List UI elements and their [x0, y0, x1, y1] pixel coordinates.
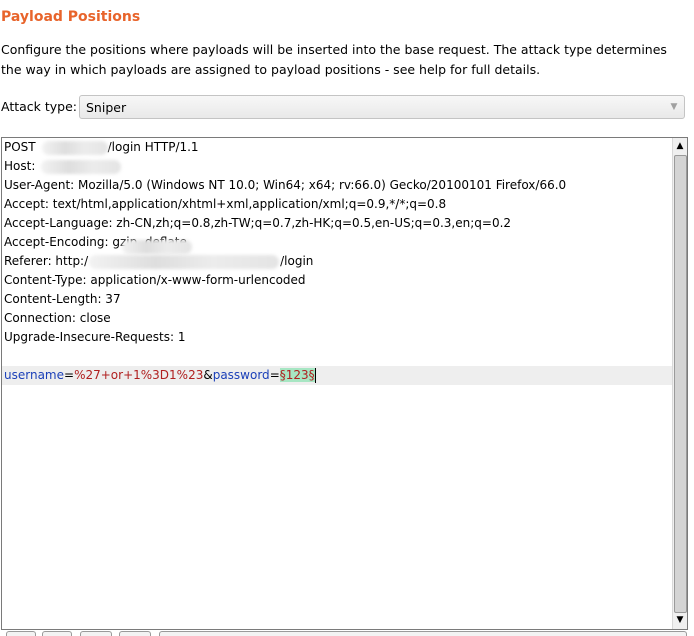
redacted-overlay: [122, 240, 192, 254]
header-content-type: Content-Type: application/x-www-form-url…: [4, 273, 306, 287]
payload-positions-panel: Payload Positions Configure the position…: [0, 0, 694, 636]
search-input[interactable]: [159, 631, 687, 636]
header-host: Host:: [4, 157, 122, 176]
referer-prefix: Referer: http:/: [4, 254, 89, 268]
header-user-agent: User-Agent: Mozilla/5.0 (Windows NT 10.0…: [4, 178, 567, 192]
toolbar-button[interactable]: [80, 631, 112, 636]
referer-suffix: /login: [280, 254, 314, 268]
host-label: Host:: [4, 159, 36, 173]
param-username-name: username: [4, 368, 64, 382]
arrow-down-icon[interactable]: ▼: [673, 613, 687, 628]
request-editor-content[interactable]: POST/login HTTP/1.1 Host: User-Agent: Mo…: [2, 138, 673, 629]
payload-position-marker[interactable]: §123§: [279, 368, 315, 382]
toolbar-button[interactable]: [119, 631, 151, 636]
toolbar-button[interactable]: [42, 631, 72, 636]
request-line: POST/login HTTP/1.1: [4, 138, 199, 157]
text-caret: [314, 368, 316, 383]
section-title: Payload Positions: [1, 9, 141, 25]
redacted-url: [41, 140, 108, 155]
param-username-value: %27+or+1%3D1%23: [74, 368, 204, 382]
header-accept-language: Accept-Language: zh-CN,zh;q=0.8,zh-TW;q=…: [4, 216, 512, 230]
param-password-name: password: [212, 368, 270, 382]
header-accept: Accept: text/html,application/xhtml+xml,…: [4, 197, 447, 211]
toolbar-button[interactable]: [6, 631, 36, 636]
attack-type-select[interactable]: Sniper ▼: [79, 95, 685, 119]
redacted-host: [41, 159, 122, 174]
attack-type-value: Sniper: [86, 100, 127, 115]
header-content-length: Content-Length: 37: [4, 292, 121, 306]
request-path: /login HTTP/1.1: [107, 140, 199, 154]
header-upgrade-insecure: Upgrade-Insecure-Requests: 1: [4, 330, 186, 344]
header-referer: Referer: http:/ /login: [4, 252, 313, 271]
request-editor[interactable]: POST/login HTTP/1.1 Host: User-Agent: Mo…: [1, 137, 688, 630]
chevron-down-icon[interactable]: ▼: [667, 100, 681, 114]
arrow-up-icon[interactable]: ▲: [673, 139, 687, 154]
bottom-toolbar: [0, 631, 694, 636]
redacted-referer: [89, 254, 280, 269]
attack-type-label: Attack type:: [1, 99, 78, 114]
request-method: POST: [4, 140, 36, 154]
scrollbar-thumb[interactable]: [674, 155, 687, 613]
header-connection: Connection: close: [4, 311, 111, 325]
vertical-scrollbar[interactable]: ▲ ▼: [672, 138, 687, 629]
section-description: Configure the positions where payloads w…: [1, 42, 667, 77]
attack-type-row: Attack type: Sniper ▼: [1, 95, 687, 121]
request-body[interactable]: username=%27+or+1%3D1%23&password=§123§: [4, 366, 316, 385]
